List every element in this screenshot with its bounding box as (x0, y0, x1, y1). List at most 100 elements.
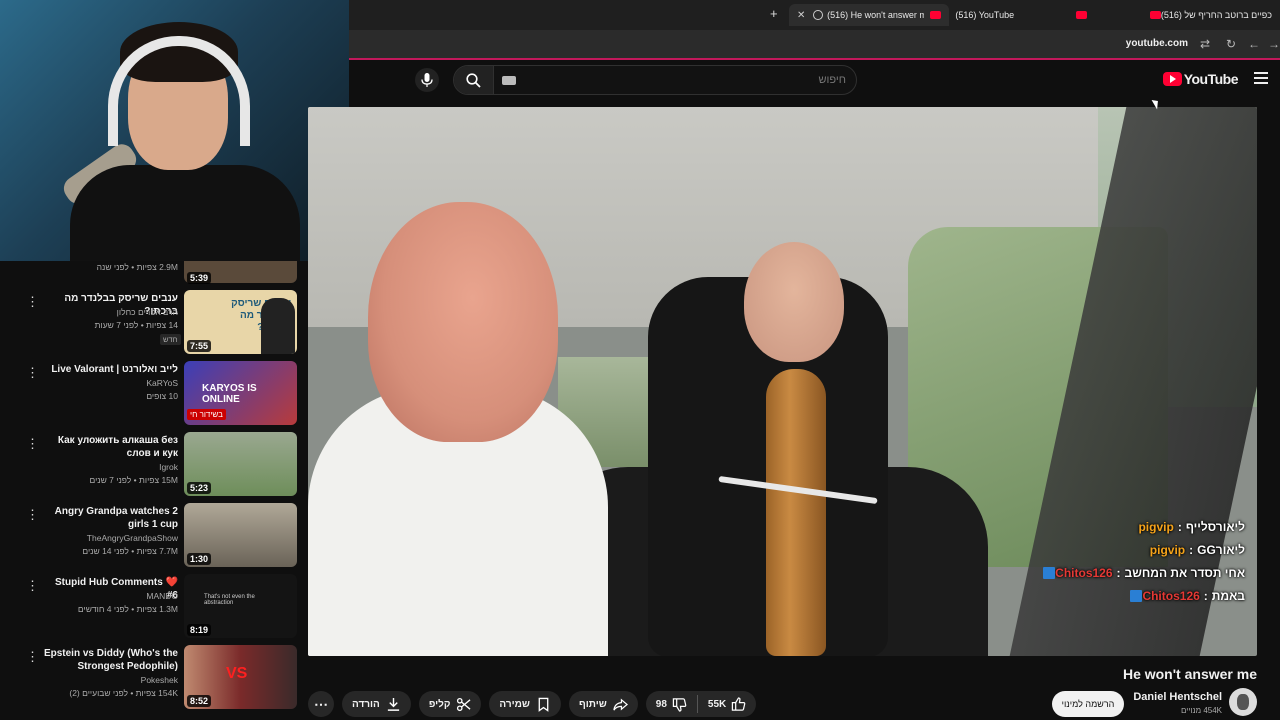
forward-icon[interactable]: → (1268, 37, 1280, 51)
hamburger-menu-icon[interactable] (1254, 72, 1268, 87)
download-button[interactable]: הורדה (342, 691, 411, 717)
bookmark-icon (538, 697, 549, 712)
chat-message: pigvip : ליאורסלייף (985, 515, 1245, 538)
more-options-icon[interactable]: ⋮ (26, 508, 39, 521)
chat-text: אחי תסדר את המחשב (1124, 565, 1245, 580)
chat-message: pigvip : ליאורGG (985, 538, 1245, 561)
address-bar[interactable]: youtube.com ⇄ ↻ ← → (349, 30, 1280, 60)
youtube-favicon-icon (930, 11, 941, 19)
channel-name[interactable]: TheAngryGrandpaShow (42, 533, 178, 543)
streamer-body (70, 165, 300, 261)
video-meta: 154K צפיות • לפני שבועיים (2) (69, 688, 178, 698)
clip-label: קליפ (428, 698, 451, 710)
share-icon (613, 698, 628, 710)
chat-overlay: pigvip : ליאורסלייף pigvip : ליאורGG Chi… (985, 515, 1245, 607)
video-meta: 10 צופים (146, 391, 178, 401)
channel-name[interactable]: MANDO (42, 591, 178, 601)
search-icon (466, 72, 481, 88)
list-item[interactable]: 5:23 ⋮ Как уложить алкаша без слов и кук… (0, 432, 304, 500)
kick-badge-icon (1043, 566, 1056, 579)
duration-badge: 8:19 (187, 624, 212, 636)
video-title[interactable]: Как уложить алкаша без слов и кук (42, 434, 178, 460)
browser-tab-2[interactable]: ✕ (516) YouTube (931, 4, 1095, 26)
video-thumbnail[interactable]: KARYOS IS ONLINE בשידור חי (184, 361, 297, 425)
browser-tab-3-active[interactable]: ✕ (516) He won't answer me (789, 4, 949, 26)
voice-search-button[interactable] (415, 68, 439, 92)
list-item[interactable]: KARYOS IS ONLINE בשידור חי ⋮ לייב ואלורנ… (0, 361, 304, 429)
channel-name[interactable]: Pokeshek (42, 675, 178, 685)
list-item[interactable]: ענבים שריסק בבלנדר מה ברכתו? 7:55 ⋮ ענבי… (0, 290, 304, 358)
list-item[interactable]: 5:39 2.9M צפיות • לפני שנה (0, 261, 304, 284)
chat-username: pigvip (1138, 519, 1174, 534)
list-item[interactable]: 1:30 ⋮ Angry Grandpa watches 2 girls 1 c… (0, 503, 304, 571)
browser-tab-strip: (516) כפיים ברוטב החריף של ✕ (516) YouTu… (349, 0, 1280, 30)
download-icon (387, 697, 399, 711)
save-button[interactable]: שמירה (489, 691, 561, 717)
video-title[interactable]: Angry Grandpa watches 2 girls 1 cup (42, 505, 178, 531)
man-head (368, 202, 558, 442)
reload-icon[interactable]: ↻ (1226, 37, 1236, 51)
thumbs-down-icon (672, 697, 687, 712)
youtube-header: YouTube (349, 62, 1280, 106)
youtube-play-icon (1162, 72, 1182, 86)
doll-head (744, 242, 844, 362)
subscribe-button[interactable]: הרשמה למינוי (1052, 691, 1124, 717)
video-meta: 14 צפיות • לפני 7 שעות (94, 320, 178, 330)
scissors-icon (457, 697, 471, 711)
thumbnail-figure (261, 298, 295, 354)
chat-separator: : (1177, 519, 1182, 534)
share-button[interactable]: שיתוף (568, 691, 638, 717)
list-item[interactable]: That's not even the abstraction 8:19 ⋮ S… (0, 574, 304, 642)
new-badge: חדש (160, 334, 181, 345)
like-count: 55K (707, 698, 727, 710)
youtube-favicon-icon (1149, 11, 1161, 19)
webcam-overlay (0, 0, 349, 261)
back-icon[interactable]: ← (1248, 37, 1260, 51)
more-options-icon[interactable]: ⋮ (26, 650, 39, 663)
youtube-logo-text: YouTube (1183, 71, 1239, 87)
youtube-logo[interactable]: YouTube (1162, 71, 1239, 87)
site-settings-icon[interactable]: ⇄ (1200, 37, 1210, 51)
clip-button[interactable]: קליפ (418, 691, 482, 717)
more-options-icon[interactable]: ⋮ (26, 579, 39, 592)
channel-info: Daniel Hentschel 454K מנויים (997, 688, 1257, 720)
browser-tab-1[interactable]: (516) כפיים ברוטב החריף של (1136, 4, 1280, 26)
like-dislike-group: 98 55K (645, 691, 757, 717)
youtube-favicon-icon (1076, 11, 1087, 19)
chat-separator: : (1189, 542, 1194, 557)
video-meta: 2.9M צפיות • לפני שנה (96, 262, 178, 272)
like-button[interactable]: 55K (698, 691, 756, 717)
channel-name[interactable]: Daniel Hentschel (1133, 691, 1222, 703)
more-options-icon[interactable]: ⋮ (26, 437, 39, 450)
list-item[interactable]: VS 8:52 ⋮ Epstein vs Diddy (Who's the St… (0, 645, 304, 713)
chat-username: pigvip (1149, 542, 1186, 557)
url-text[interactable]: youtube.com (1126, 38, 1188, 49)
channel-name[interactable]: KaRYoS (42, 378, 178, 388)
search-box (453, 65, 857, 95)
chat-separator: : (1116, 565, 1121, 580)
search-input[interactable] (546, 71, 846, 89)
dislike-button[interactable]: 98 (646, 691, 697, 717)
keyboard-icon[interactable] (502, 76, 516, 85)
search-button[interactable] (454, 66, 494, 94)
subscriber-count: 454K מנויים (1180, 706, 1222, 715)
video-meta: 7.7M צפיות • לפני 14 שנים (82, 546, 178, 556)
chat-message: Chitos126 : אחי תסדר את המחשב (985, 561, 1245, 584)
more-actions-button[interactable]: ⋯ (308, 691, 334, 717)
audio-icon (813, 10, 824, 20)
more-options-icon[interactable]: ⋮ (26, 366, 39, 379)
more-options-icon[interactable]: ⋮ (26, 295, 39, 308)
microphone-icon (421, 73, 433, 87)
video-title[interactable]: לייב ואלורנט | Live Valorant (42, 363, 178, 376)
channel-name[interactable]: הרב אפרים כחלון (42, 307, 178, 317)
close-tab-icon[interactable]: ✕ (797, 10, 805, 21)
new-tab-button[interactable]: + (770, 6, 778, 21)
save-label: שמירה (499, 698, 530, 710)
tab-title: (516) YouTube (955, 10, 1015, 20)
duration-badge: 7:55 (187, 340, 212, 352)
video-title[interactable]: Epstein vs Diddy (Who's the Strongest Pe… (42, 647, 178, 673)
chat-text: באמת (1211, 588, 1245, 603)
duration-badge: 8:52 (187, 695, 212, 707)
channel-avatar[interactable] (1229, 688, 1257, 716)
channel-name[interactable]: Igrok (42, 462, 178, 472)
